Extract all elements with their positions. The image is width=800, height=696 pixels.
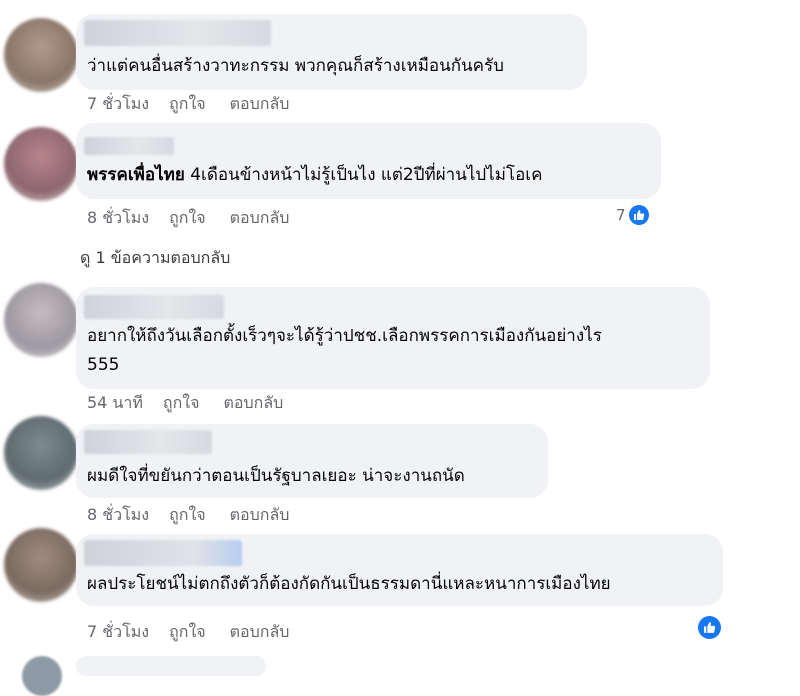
comment-text: ว่าแต่คนอื่นสร้างวาทะกรรม พวกคุณก็สร้างเ… (87, 56, 504, 76)
comment-text-body: 4เดือนข้างหน้าไม่รู้เป็นไง แต่2ปีที่ผ่าน… (184, 165, 543, 185)
reactions-number: 7 (616, 206, 626, 224)
comment-text-line1: อยากให้ถึงวันเลือกตั้งเร็วๆจะได้รู้ว่าปช… (87, 326, 602, 346)
comment-bubble: ว่าแต่คนอื่นสร้างวาทะกรรม พวกคุณก็สร้างเ… (76, 14, 587, 90)
like-button[interactable]: ถูกใจ (169, 620, 206, 645)
comment-bubble-partial (76, 656, 266, 676)
author-name-redacted[interactable] (84, 540, 242, 566)
avatar[interactable] (4, 18, 78, 92)
like-button[interactable]: ถูกใจ (169, 92, 206, 117)
comment-time[interactable]: 8 ชั่วโมง (87, 206, 149, 231)
reply-button[interactable]: ตอบกลับ (223, 391, 283, 416)
reactions-count[interactable]: 7 (616, 205, 649, 225)
like-icon (698, 616, 721, 639)
reply-button[interactable]: ตอบกลับ (230, 206, 290, 231)
comment-text: ผมดีใจที่ขยันกว่าตอนเป็นรัฐบาลเยอะ น่าจะ… (87, 466, 465, 486)
comment-bubble: พรรคเพื่อไทย 4เดือนข้างหน้าไม่รู้เป็นไง … (76, 123, 661, 199)
comment-bubble: อยากให้ถึงวันเลือกตั้งเร็วๆจะได้รู้ว่าปช… (76, 287, 710, 389)
comment-time[interactable]: 7 ชั่วโมง (87, 620, 149, 645)
author-name-redacted[interactable] (84, 430, 212, 454)
party-name[interactable]: พรรคเพื่อไทย (87, 165, 185, 185)
comment-time[interactable]: 8 ชั่วโมง (87, 503, 149, 528)
reply-button[interactable]: ตอบกลับ (230, 503, 290, 528)
author-name-redacted[interactable] (84, 20, 271, 46)
reply-button[interactable]: ตอบกลับ (230, 620, 290, 645)
comment-text: ผลประโยชน์ไม่ตกถึงตัวก็ต้องกัดกันเป็นธรร… (87, 574, 611, 594)
avatar[interactable] (4, 283, 78, 357)
comment-text: พรรคเพื่อไทย 4เดือนข้างหน้าไม่รู้เป็นไง … (87, 161, 542, 190)
like-button[interactable]: ถูกใจ (169, 206, 206, 231)
comment-text-line2: 555 (87, 355, 120, 375)
author-name-redacted[interactable] (84, 295, 224, 319)
view-replies-link[interactable]: ดู 1 ข้อความตอบกลับ (80, 246, 230, 271)
comment-actions: 8 ชั่วโมง ถูกใจ ตอบกลับ (87, 503, 313, 528)
like-icon (628, 205, 649, 225)
reply-button[interactable]: ตอบกลับ (230, 92, 290, 117)
comment-actions: 8 ชั่วโมง ถูกใจ ตอบกลับ (87, 206, 313, 231)
avatar[interactable] (4, 528, 78, 602)
avatar[interactable] (4, 127, 78, 201)
reactions-like-only[interactable] (698, 616, 721, 639)
comment-actions: 54 นาที ถูกใจ ตอบกลับ (87, 391, 307, 416)
comment-time[interactable]: 7 ชั่วโมง (87, 92, 149, 117)
comment-actions: 7 ชั่วโมง ถูกใจ ตอบกลับ (87, 92, 313, 117)
avatar[interactable] (22, 656, 62, 696)
comment-time[interactable]: 54 นาที (87, 391, 143, 416)
author-name-redacted[interactable] (84, 137, 174, 155)
avatar[interactable] (4, 416, 78, 490)
comment-bubble: ผลประโยชน์ไม่ตกถึงตัวก็ต้องกัดกันเป็นธรร… (76, 534, 723, 606)
comment-actions: 7 ชั่วโมง ถูกใจ ตอบกลับ (87, 620, 313, 645)
like-button[interactable]: ถูกใจ (169, 503, 206, 528)
like-button[interactable]: ถูกใจ (163, 391, 200, 416)
comment-bubble: ผมดีใจที่ขยันกว่าตอนเป็นรัฐบาลเยอะ น่าจะ… (76, 424, 548, 498)
